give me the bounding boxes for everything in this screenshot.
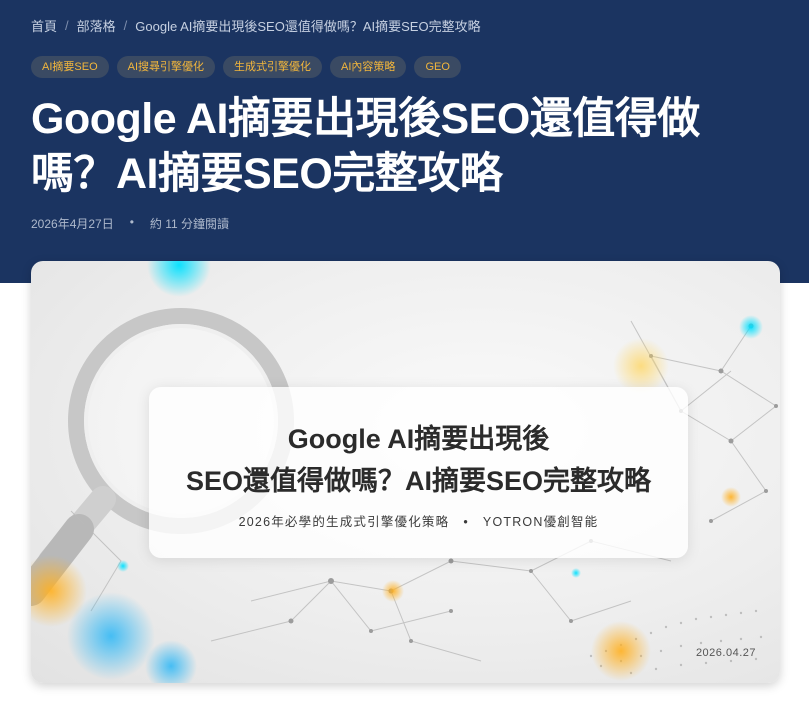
cover-date: 2026.04.27	[695, 647, 756, 659]
tag-geo[interactable]: GEO	[414, 56, 461, 78]
read-time: 約 11 分鐘閱讀	[149, 217, 230, 231]
cover-title-line2: SEO還值得做嗎？AI摘要SEO完整攻略	[185, 466, 652, 496]
breadcrumb-current: Google AI摘要出現後SEO還值得做嗎？AI摘要SEO完整攻略	[135, 19, 481, 34]
breadcrumb: 首頁 / 部落格 / Google AI摘要出現後SEO還值得做嗎？AI摘要SE…	[31, 16, 481, 35]
tag-list: AI摘要SEO AI搜尋引擎優化 生成式引擎優化 AI內容策略 GEO	[31, 56, 461, 78]
cover-subtitle-dot: •	[463, 515, 469, 529]
cover-title-line1: Google AI摘要出現後	[287, 424, 550, 454]
meta-separator: •	[129, 215, 134, 229]
cover-title-panel: Google AI摘要出現後 SEO還值得做嗎？AI摘要SEO完整攻略 2026…	[149, 387, 688, 558]
cover-image: Google AI摘要出現後 SEO還值得做嗎？AI摘要SEO完整攻略 2026…	[31, 261, 780, 683]
page-title-line1: Google AI摘要出現後SEO還值得做	[31, 95, 700, 143]
cover-subtitle: 2026年必學的生成式引擎優化策略 • YOTRON優創智能	[149, 511, 688, 530]
cover-subtitle-left: 2026年必學的生成式引擎優化策略	[238, 515, 450, 529]
breadcrumb-separator: /	[123, 18, 128, 33]
page-title: Google AI摘要出現後SEO還值得做 嗎？AI摘要SEO完整攻略	[31, 92, 771, 202]
article-meta: 2026年4月27日 • 約 11 分鐘閱讀	[31, 215, 229, 232]
tag-ai-content-strategy[interactable]: AI內容策略	[330, 56, 407, 78]
breadcrumb-separator: /	[65, 18, 69, 33]
breadcrumb-home-link[interactable]: 首頁	[31, 16, 57, 35]
tag-ai-summary-seo[interactable]: AI摘要SEO	[31, 56, 109, 78]
publish-date: 2026年4月27日	[31, 217, 114, 231]
tag-ai-search-optimization[interactable]: AI搜尋引擎優化	[116, 56, 216, 78]
tag-generative-engine-optimization[interactable]: 生成式引擎優化	[223, 56, 323, 78]
breadcrumb-blog-link[interactable]: 部落格	[77, 16, 116, 35]
cover-subtitle-right: YOTRON優創智能	[482, 515, 599, 529]
page-title-line2: 嗎？AI摘要SEO完整攻略	[31, 150, 503, 198]
